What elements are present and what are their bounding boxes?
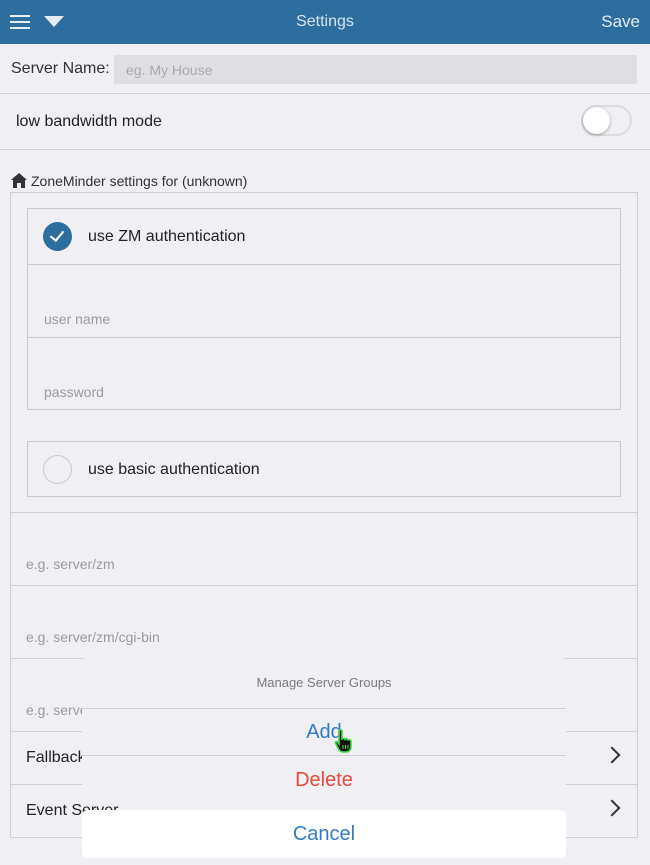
add-button[interactable]: Add bbox=[82, 709, 566, 756]
delete-button[interactable]: Delete bbox=[82, 757, 566, 802]
cancel-button[interactable]: Cancel bbox=[82, 810, 566, 858]
action-sheet-title: Manage Server Groups bbox=[82, 657, 566, 709]
manage-server-groups-sheet: Manage Server Groups Add Delete bbox=[82, 657, 566, 802]
hand-cursor-icon bbox=[334, 729, 352, 753]
